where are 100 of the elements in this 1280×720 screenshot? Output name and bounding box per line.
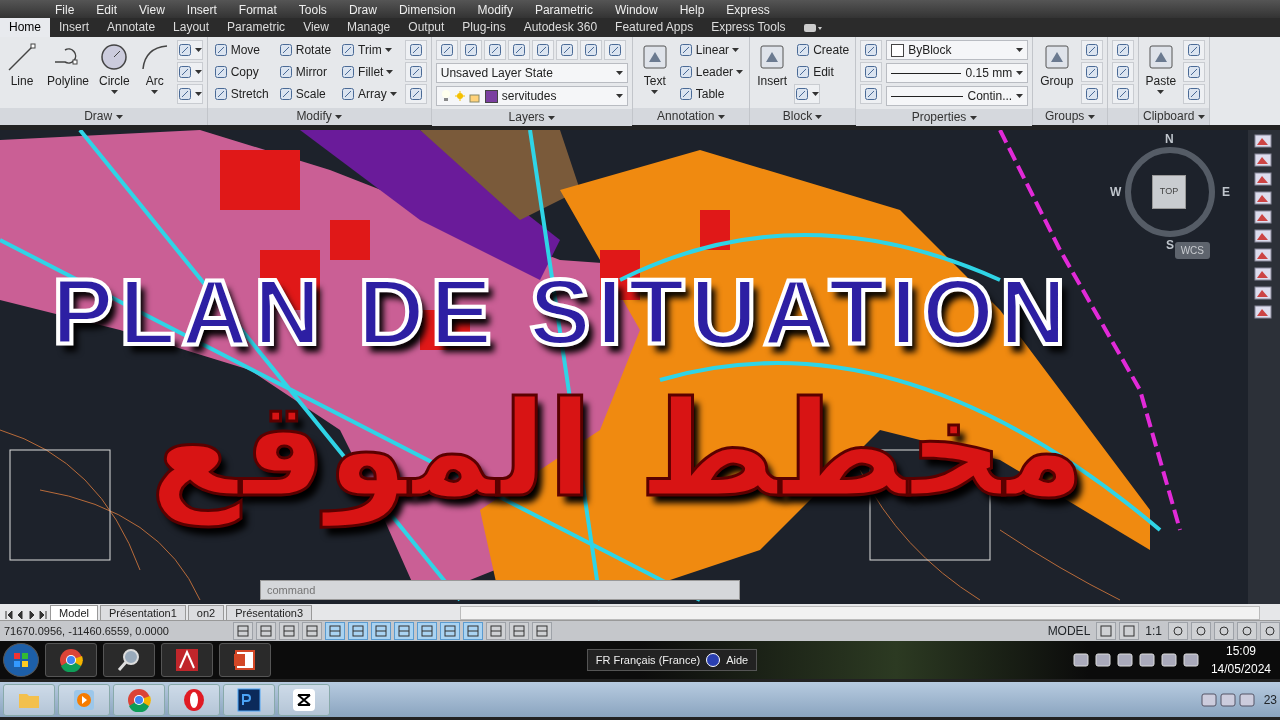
command-field[interactable]: command [260, 580, 740, 600]
tool-button[interactable] [1111, 62, 1134, 82]
menu-item[interactable]: Express [715, 0, 781, 18]
tool-button[interactable]: Fillet [339, 62, 399, 82]
tool-button[interactable] [603, 40, 626, 60]
status-toggle[interactable] [256, 622, 276, 640]
drawing-tab[interactable]: Model [50, 605, 98, 620]
ribbon-tab[interactable]: Insert [50, 18, 99, 37]
status-toggle[interactable] [1096, 622, 1117, 640]
tool-button[interactable]: Array [339, 84, 399, 104]
drawing-tab[interactable]: Présentation3 [226, 605, 313, 620]
menu-item[interactable]: Draw [337, 0, 388, 18]
menu-item[interactable]: Help [668, 0, 716, 18]
tool-button[interactable]: Table [676, 84, 746, 104]
dropdown-field[interactable]: servitudes [435, 86, 628, 106]
tool-button[interactable] [404, 40, 427, 60]
taskbar-app[interactable] [278, 683, 330, 716]
menu-item[interactable]: Parametric [523, 0, 604, 18]
menu-item[interactable]: Insert [175, 0, 228, 18]
tool-button[interactable]: Rotate [276, 40, 334, 60]
dropdown-field[interactable]: Contin... [886, 86, 1029, 106]
tool-button[interactable]: Arc [136, 40, 173, 96]
taskbar-app[interactable] [219, 643, 271, 677]
tool-button[interactable] [483, 40, 506, 60]
tool-button[interactable] [860, 62, 883, 82]
ribbon-tab[interactable]: Plug-ins [453, 18, 515, 37]
taskbar-app[interactable] [161, 643, 213, 677]
status-toggle[interactable] [1237, 622, 1257, 640]
drawing-tab[interactable]: on2 [187, 605, 225, 620]
menu-item[interactable]: Edit [85, 0, 129, 18]
tool-button[interactable] [860, 84, 883, 104]
annotation-scale[interactable]: 1:1 [1142, 622, 1165, 640]
panel-title[interactable]: Properties [911, 110, 967, 124]
panel-title[interactable]: Block [782, 109, 813, 123]
tool-button[interactable]: Move [211, 40, 271, 60]
tool-button[interactable]: Create [794, 40, 852, 60]
menu-item[interactable]: Tools [287, 0, 338, 18]
tool-button[interactable]: Group [1037, 40, 1077, 92]
tool-button[interactable]: Linear [676, 40, 746, 60]
dropdown-field[interactable]: 0.15 mm [886, 63, 1029, 83]
tool-button[interactable] [1111, 84, 1134, 104]
ribbon-tab[interactable]: View [294, 18, 338, 37]
ucs-menu[interactable]: WCS [1174, 242, 1210, 259]
status-toggle[interactable] [1214, 622, 1234, 640]
ribbon-tab[interactable]: Layout [164, 18, 219, 37]
tool-button[interactable]: Polyline [44, 40, 93, 92]
tool-button[interactable] [459, 40, 482, 60]
model-space-label[interactable]: MODEL [1044, 622, 1094, 640]
status-toggle[interactable] [279, 622, 299, 640]
tool-button[interactable]: Line [4, 40, 40, 92]
tool-button[interactable] [531, 40, 554, 60]
panel-title[interactable]: Layers [508, 110, 545, 124]
tool-button[interactable] [555, 40, 578, 60]
status-toggle[interactable] [509, 622, 529, 640]
tool-button[interactable] [794, 84, 821, 104]
taskbar-app[interactable] [103, 643, 155, 677]
tool-button[interactable]: Stretch [211, 84, 271, 104]
tool-button[interactable] [1183, 84, 1206, 104]
tool-button[interactable]: Leader [676, 62, 746, 82]
clock[interactable]: 15:09 14/05/2024 [1204, 642, 1277, 678]
status-toggle[interactable] [1260, 622, 1280, 640]
dropdown-field[interactable]: Unsaved Layer State [435, 63, 628, 83]
tool-button[interactable]: Paste [1142, 40, 1180, 96]
tool-button[interactable] [176, 62, 203, 82]
language-label[interactable]: FR Français (France) [595, 651, 701, 669]
status-toggle[interactable] [233, 622, 253, 640]
tool-button[interactable] [1080, 62, 1103, 82]
tool-button[interactable] [579, 40, 602, 60]
tool-button[interactable] [176, 40, 203, 60]
status-toggle[interactable] [302, 622, 322, 640]
panel-title[interactable]: Groups [1045, 109, 1085, 123]
horizontal-scrollbar[interactable] [460, 606, 1260, 620]
menu-item[interactable]: Modify [466, 0, 524, 18]
panel-title[interactable]: Draw [84, 109, 113, 123]
status-toggle[interactable] [348, 622, 368, 640]
ribbon-tab[interactable]: Featured Apps [606, 18, 703, 37]
tool-button[interactable]: Circle [96, 40, 133, 96]
ribbon-tab[interactable]: Autodesk 360 [514, 18, 607, 37]
status-toggle[interactable] [440, 622, 460, 640]
start-button[interactable] [3, 643, 39, 677]
tool-button[interactable]: Copy [211, 62, 271, 82]
ribbon-tab[interactable]: Parametric [218, 18, 295, 37]
tool-button[interactable] [507, 40, 530, 60]
status-toggle[interactable] [371, 622, 391, 640]
language-bar[interactable]: FR Français (France) Aide [586, 648, 758, 672]
status-toggle[interactable] [1168, 622, 1188, 640]
status-toggle[interactable] [325, 622, 345, 640]
menu-item[interactable]: File [44, 0, 86, 18]
ribbon-tab[interactable]: Output [399, 18, 454, 37]
menu-item[interactable]: View [128, 0, 176, 18]
tool-button[interactable] [435, 40, 458, 60]
tool-button[interactable] [404, 62, 427, 82]
status-toggle[interactable] [394, 622, 414, 640]
tool-button[interactable]: Mirror [276, 62, 334, 82]
taskbar-app[interactable] [223, 683, 275, 716]
tool-button[interactable]: Text [636, 40, 673, 96]
panel-title[interactable]: Modify [296, 109, 332, 123]
panel-title[interactable]: Annotation [657, 109, 715, 123]
tool-button[interactable] [1183, 62, 1206, 82]
ribbon-tab[interactable]: Home [0, 18, 50, 37]
